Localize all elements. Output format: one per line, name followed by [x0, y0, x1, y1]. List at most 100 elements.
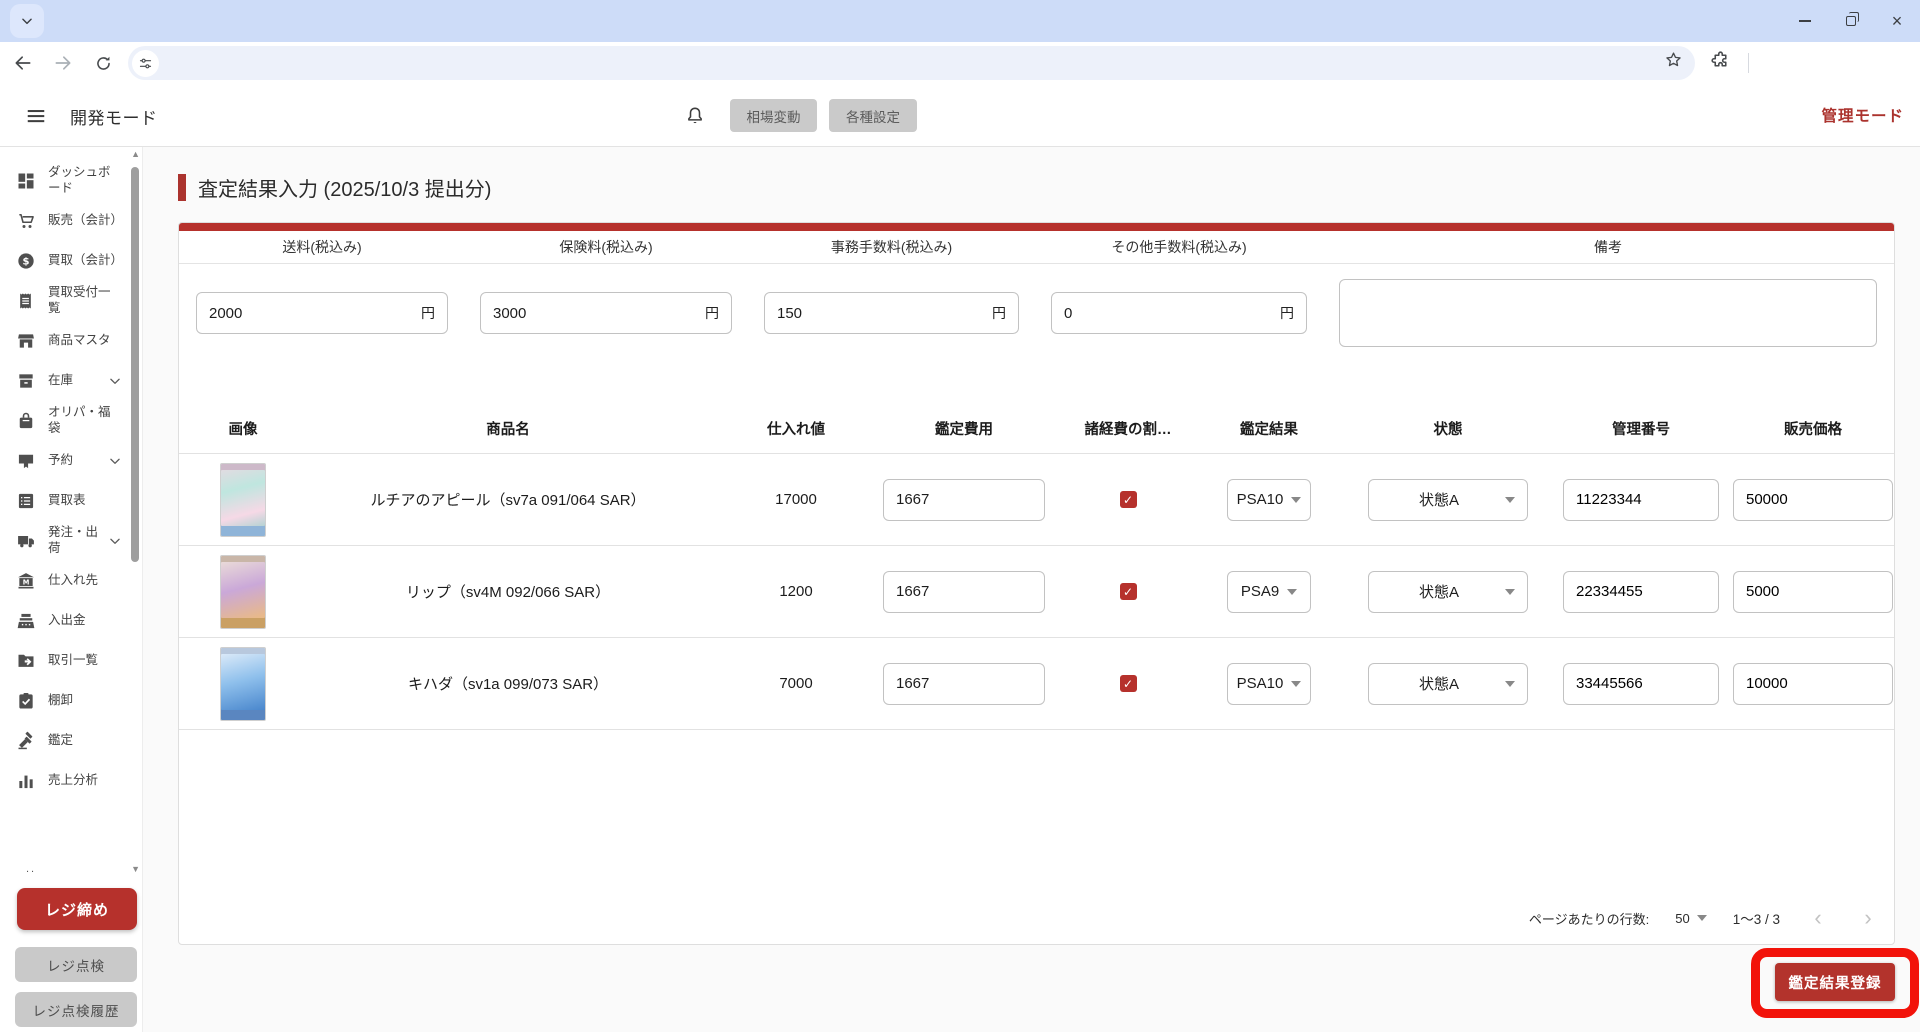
sidebar-item-shipping[interactable]: 発注・出荷	[0, 521, 128, 561]
admin-mode-link[interactable]: 管理モード	[1821, 104, 1904, 126]
table-row: キハダ（sv1a 099/073 SAR） 7000 ✓ PSA10 状態A	[179, 638, 1894, 730]
sidebar-item-buyback-list[interactable]: 買取受付一覧	[0, 281, 128, 321]
address-bar[interactable]	[128, 46, 1695, 80]
tab-search-button[interactable]	[10, 4, 44, 38]
sidebar-item-label: 買取（会計）	[48, 253, 124, 268]
rows-per-page-label: ページあたりの行数:	[1528, 911, 1650, 927]
sidebar-item-stocktake[interactable]: 棚卸	[0, 681, 128, 721]
sidebar-item-cash[interactable]: 入出金	[0, 601, 128, 641]
handling-fee-input[interactable]	[777, 304, 986, 322]
sidebar-item-transactions[interactable]: 取引一覧	[0, 641, 128, 681]
appraisal-result-select[interactable]: PSA10	[1227, 662, 1311, 705]
appraisal-result-select[interactable]: PSA10	[1227, 478, 1311, 521]
sidebar-item-label: 仕入れ先	[48, 573, 99, 588]
storefront-icon	[18, 334, 34, 348]
sidebar-item-oripa[interactable]: オリパ・福袋	[0, 401, 128, 441]
back-button[interactable]	[6, 46, 40, 80]
main-content: 査定結果入力 (2025/10/3 提出分) 送料(税込み) 保険料(税込み) …	[143, 147, 1920, 1032]
money-icon: $	[18, 253, 34, 269]
register-appraisal-results-button[interactable]: 鑑定結果登録	[1775, 963, 1895, 1001]
expense-split-checkbox[interactable]: ✓	[1119, 675, 1137, 692]
other-fee-field: 円	[1051, 292, 1307, 334]
close-button[interactable]: ×	[1874, 0, 1920, 42]
sidebar-item-inventory[interactable]: 在庫	[0, 361, 128, 401]
window-controls: ×	[1782, 0, 1920, 42]
col-appraisal-result: 鑑定結果	[1240, 422, 1298, 438]
various-settings-button[interactable]: 各種設定	[829, 99, 917, 132]
page-title: 査定結果入力 (2025/10/3 提出分)	[198, 179, 492, 201]
register-check-button[interactable]: レジ点検	[15, 947, 137, 982]
sidebar-item-buyback-table[interactable]: 買取表	[0, 481, 128, 521]
chevron-down-icon	[110, 458, 120, 464]
previous-page-button[interactable]: ‹	[1806, 905, 1830, 931]
restore-button[interactable]	[1828, 0, 1874, 42]
check-icon: ✓	[1122, 676, 1134, 691]
browser-toolbar	[0, 42, 1920, 84]
yen-unit: 円	[705, 305, 719, 321]
col-image: 画像	[228, 422, 258, 438]
selling-price-input[interactable]	[1733, 478, 1893, 521]
sidebar-item-appraisal[interactable]: 鑑定	[0, 721, 128, 761]
condition-select[interactable]: 状態A	[1368, 478, 1528, 521]
notifications-button[interactable]	[680, 101, 710, 131]
extensions-button[interactable]	[1710, 50, 1731, 71]
other-fee-input[interactable]	[1064, 304, 1274, 322]
reload-button[interactable]	[86, 46, 120, 80]
appraisal-result-select[interactable]: PSA9	[1227, 570, 1311, 613]
expense-split-checkbox[interactable]: ✓	[1119, 583, 1137, 600]
title-accent-bar	[178, 174, 186, 201]
cart-icon	[19, 213, 34, 228]
sidebar-item-label: 販売（会計）	[48, 213, 124, 228]
forward-button[interactable]	[46, 46, 80, 80]
selling-price-input[interactable]	[1733, 570, 1893, 613]
expense-split-checkbox[interactable]: ✓	[1119, 491, 1137, 508]
col-appraisal-fee: 鑑定費用	[935, 422, 993, 438]
management-number-input[interactable]	[1563, 570, 1719, 613]
yen-unit: 円	[992, 305, 1006, 321]
condition-select[interactable]: 状態A	[1368, 570, 1528, 613]
next-page-button[interactable]: ›	[1856, 905, 1880, 931]
site-settings-button[interactable]	[132, 49, 159, 77]
purchase-price: 1200	[779, 583, 813, 600]
condition-select[interactable]: 状態A	[1368, 662, 1528, 705]
sidebar-item-sales[interactable]: 販売（会計）	[0, 201, 128, 241]
sidebar-scroll-down-icon[interactable]: ▼	[131, 864, 140, 874]
sidebar-item-reservation[interactable]: 予約	[0, 441, 128, 481]
sidebar-scroll-up-icon[interactable]: ▲	[131, 149, 140, 159]
sidebar-scrollbar[interactable]	[131, 167, 139, 562]
appraisal-fee-input[interactable]	[883, 478, 1045, 521]
sidebar-item-product-master[interactable]: 商品マスタ	[0, 321, 128, 361]
register-check-history-button[interactable]: レジ点検履歴	[15, 992, 137, 1027]
market-change-button[interactable]: 相場変動	[730, 99, 817, 132]
sidebar-item-dashboard[interactable]: ダッシュボード	[0, 161, 128, 201]
dashboard-icon	[18, 173, 34, 189]
sidebar-item-label: 棚卸	[48, 693, 74, 708]
sidebar-item-buyback[interactable]: $ 買取（会計）	[0, 241, 128, 281]
sidebar-item-analytics[interactable]: 売上分析	[0, 761, 128, 801]
svg-text:$: $	[23, 257, 30, 268]
appraisal-fee-input[interactable]	[883, 570, 1045, 613]
sidebar-item-label: 商品マスタ	[48, 333, 111, 348]
sidebar-item-label: オリパ・福袋	[48, 405, 111, 435]
tune-icon	[139, 58, 152, 68]
selling-price-input[interactable]	[1733, 662, 1893, 705]
management-number-input[interactable]	[1563, 662, 1719, 705]
shipping-fee-label: 送料(税込み)	[282, 239, 362, 255]
insurance-fee-input[interactable]	[493, 304, 699, 322]
minimize-button[interactable]	[1782, 0, 1828, 42]
register-close-button[interactable]: レジ締め	[17, 888, 137, 930]
sidebar-item-label: 入出金	[48, 613, 86, 628]
rows-per-page-select[interactable]: 50	[1675, 911, 1707, 926]
col-expense-split: 諸経費の割…	[1084, 422, 1172, 438]
sidebar-item-supplier[interactable]: M 仕入れ先	[0, 561, 128, 601]
dropdown-arrow-icon	[1291, 496, 1302, 503]
menu-button[interactable]	[22, 102, 50, 130]
remarks-label: 備考	[1594, 239, 1622, 255]
remarks-textarea[interactable]	[1339, 279, 1877, 347]
appraisal-fee-input[interactable]	[883, 662, 1045, 705]
list-icon	[18, 493, 34, 509]
management-number-input[interactable]	[1563, 478, 1719, 521]
bookmark-button[interactable]	[1664, 50, 1683, 69]
shipping-fee-input[interactable]	[209, 304, 415, 322]
product-image	[220, 462, 266, 537]
